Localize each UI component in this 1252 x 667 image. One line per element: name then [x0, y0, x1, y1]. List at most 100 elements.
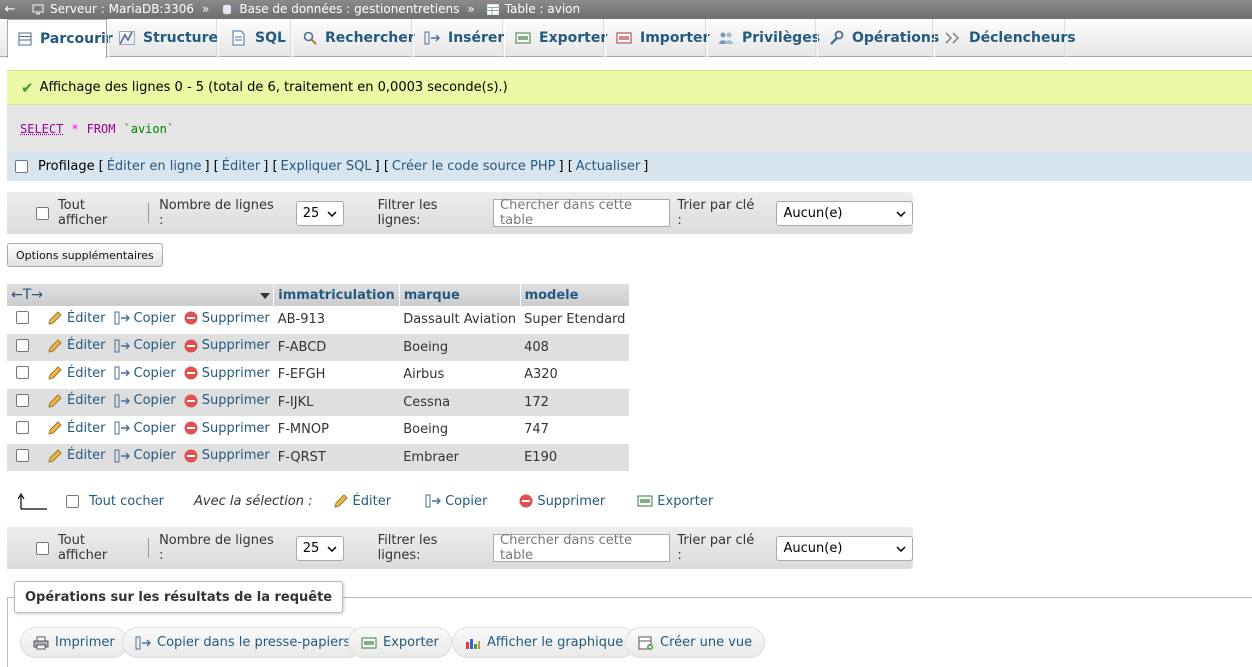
- row-delete-button[interactable]: Supprimer: [184, 421, 270, 436]
- rows-count-select[interactable]: 25: [295, 535, 344, 561]
- breadcrumb-server[interactable]: Serveur : MariaDB:3306: [20, 0, 194, 19]
- tab-privileges[interactable]: Privilèges: [707, 19, 820, 57]
- cell-immatriculation[interactable]: AB-913: [274, 306, 399, 334]
- row-edit-button[interactable]: Éditer: [47, 366, 106, 381]
- show-chart-button[interactable]: Afficher le graphique: [452, 627, 637, 658]
- tab-insert[interactable]: Insérer: [413, 19, 505, 57]
- row-delete-button[interactable]: Supprimer: [184, 338, 270, 353]
- row-delete-cell: Supprimer: [180, 361, 274, 389]
- cell-marque[interactable]: Boeing: [399, 416, 520, 444]
- cell-modele[interactable]: 408: [520, 333, 630, 361]
- show-all-checkbox[interactable]: [36, 206, 49, 220]
- cell-immatriculation[interactable]: F-QRST: [273, 443, 400, 471]
- cell-marque[interactable]: Dassault Aviation: [399, 306, 520, 334]
- back-arrow-icon[interactable]: ←: [0, 0, 20, 19]
- rows-count-select[interactable]: 25: [295, 200, 344, 226]
- tab-label: Importer: [640, 30, 710, 46]
- row-checkbox[interactable]: [16, 338, 29, 352]
- row-delete-button[interactable]: Supprimer: [184, 393, 270, 408]
- row-copy-button[interactable]: Copier: [114, 311, 176, 326]
- link-explain-sql[interactable]: Expliquer SQL: [281, 159, 372, 174]
- filter-input[interactable]: Chercher dans cette table: [493, 198, 671, 228]
- cell-immatriculation[interactable]: F-ABCD: [273, 333, 400, 361]
- tab-structure[interactable]: Structure: [108, 19, 218, 57]
- check-all-label[interactable]: Tout cocher: [89, 494, 164, 509]
- sort-key-select[interactable]: Aucun(e): [776, 200, 914, 226]
- breadcrumb-database[interactable]: Base de données : gestionentretiens: [209, 0, 459, 19]
- column-header-marque[interactable]: marque: [399, 284, 521, 306]
- tab-triggers[interactable]: Déclencheurs: [934, 19, 1076, 57]
- tab-browse[interactable]: Parcourir: [7, 19, 113, 58]
- selection-edit-button[interactable]: Éditer: [333, 494, 391, 509]
- cell-immatriculation[interactable]: F-EFGH: [274, 361, 399, 389]
- cell-immatriculation[interactable]: F-IJKL: [273, 388, 400, 416]
- row-edit-button[interactable]: Éditer: [47, 311, 106, 326]
- row-delete-button[interactable]: Supprimer: [184, 366, 270, 381]
- row-checkbox[interactable]: [16, 421, 29, 435]
- tab-import[interactable]: Importer: [605, 19, 710, 57]
- profiling-checkbox[interactable]: [15, 160, 28, 173]
- row-checkbox[interactable]: [16, 448, 29, 462]
- export-results-button[interactable]: Exporter: [348, 627, 452, 658]
- row-delete-button[interactable]: Supprimer: [184, 311, 270, 326]
- row-checkbox[interactable]: [16, 311, 29, 325]
- sql-keyword-select[interactable]: SELECT: [20, 122, 63, 136]
- row-checkbox[interactable]: [16, 366, 29, 380]
- breadcrumb-table[interactable]: Table : avion: [475, 0, 580, 19]
- tab-search[interactable]: Rechercher: [292, 19, 415, 57]
- row-edit-button[interactable]: Éditer: [47, 393, 106, 408]
- print-button[interactable]: Imprimer: [20, 627, 128, 658]
- selection-export-button[interactable]: Exporter: [637, 494, 713, 509]
- row-checkbox[interactable]: [16, 393, 29, 407]
- tab-label: Insérer: [448, 30, 505, 46]
- cell-modele[interactable]: A320: [520, 361, 629, 389]
- row-checkbox-cell: [7, 443, 43, 471]
- selection-copy-button[interactable]: Copier: [425, 494, 487, 509]
- cell-marque[interactable]: Embraer: [399, 443, 521, 471]
- cell-modele[interactable]: Super Etendard: [520, 306, 629, 334]
- cell-modele[interactable]: 172: [520, 388, 630, 416]
- copy-icon: [425, 494, 442, 508]
- row-copy-button[interactable]: Copier: [114, 448, 176, 463]
- cell-marque[interactable]: Boeing: [399, 333, 521, 361]
- cell-modele[interactable]: E190: [520, 443, 630, 471]
- sort-triangle-icon[interactable]: [259, 289, 271, 304]
- cell-marque[interactable]: Airbus: [399, 361, 520, 389]
- row-copy-button[interactable]: Copier: [114, 421, 176, 436]
- link-refresh[interactable]: Actualiser: [576, 159, 640, 174]
- tab-operations[interactable]: Opérations: [817, 19, 939, 57]
- show-all-checkbox[interactable]: [36, 541, 49, 555]
- cell-modele[interactable]: 747: [520, 416, 629, 444]
- row-delete-button[interactable]: Supprimer: [184, 448, 270, 463]
- row-copy-button[interactable]: Copier: [114, 366, 176, 381]
- link-edit[interactable]: Éditer: [222, 159, 261, 174]
- tab-label: Déclencheurs: [969, 30, 1076, 46]
- filter-input[interactable]: Chercher dans cette table: [493, 533, 671, 563]
- sort-label: Trier par clé :: [677, 198, 755, 228]
- row-copy-button[interactable]: Copier: [114, 338, 176, 353]
- row-copy-button[interactable]: Copier: [114, 393, 176, 408]
- extra-options-button[interactable]: Options supplémentaires: [7, 243, 163, 267]
- create-view-button[interactable]: Créer une vue: [625, 627, 766, 658]
- row-delete-label: Supprimer: [201, 338, 270, 353]
- column-header-immatriculation[interactable]: immatriculation: [273, 284, 400, 306]
- column-arrows-icon[interactable]: ←T→: [11, 287, 43, 303]
- selection-delete-button[interactable]: Supprimer: [519, 494, 605, 509]
- cell-marque[interactable]: Cessna: [399, 388, 521, 416]
- tab-sql[interactable]: SQL: [218, 19, 291, 57]
- column-header-modele[interactable]: modele: [520, 284, 630, 306]
- sort-key-select[interactable]: Aucun(e): [776, 535, 914, 561]
- tab-export[interactable]: Exporter: [504, 19, 607, 57]
- cell-immatriculation[interactable]: F-MNOP: [274, 416, 399, 444]
- copy-clipboard-button[interactable]: Copier dans le presse-papiers: [122, 627, 364, 658]
- link-edit-inline[interactable]: Éditer en ligne: [107, 159, 202, 174]
- check-all-checkbox[interactable]: [66, 494, 79, 508]
- copy-icon: [114, 339, 130, 353]
- table-icon: [486, 4, 499, 15]
- row-edit-button[interactable]: Éditer: [47, 421, 106, 436]
- row-copy-label: Copier: [133, 365, 176, 381]
- breadcrumb-table-label: Table : avion: [504, 2, 581, 16]
- link-create-php[interactable]: Créer le code source PHP: [392, 159, 556, 174]
- row-edit-button[interactable]: Éditer: [47, 448, 106, 463]
- row-edit-button[interactable]: Éditer: [47, 338, 106, 353]
